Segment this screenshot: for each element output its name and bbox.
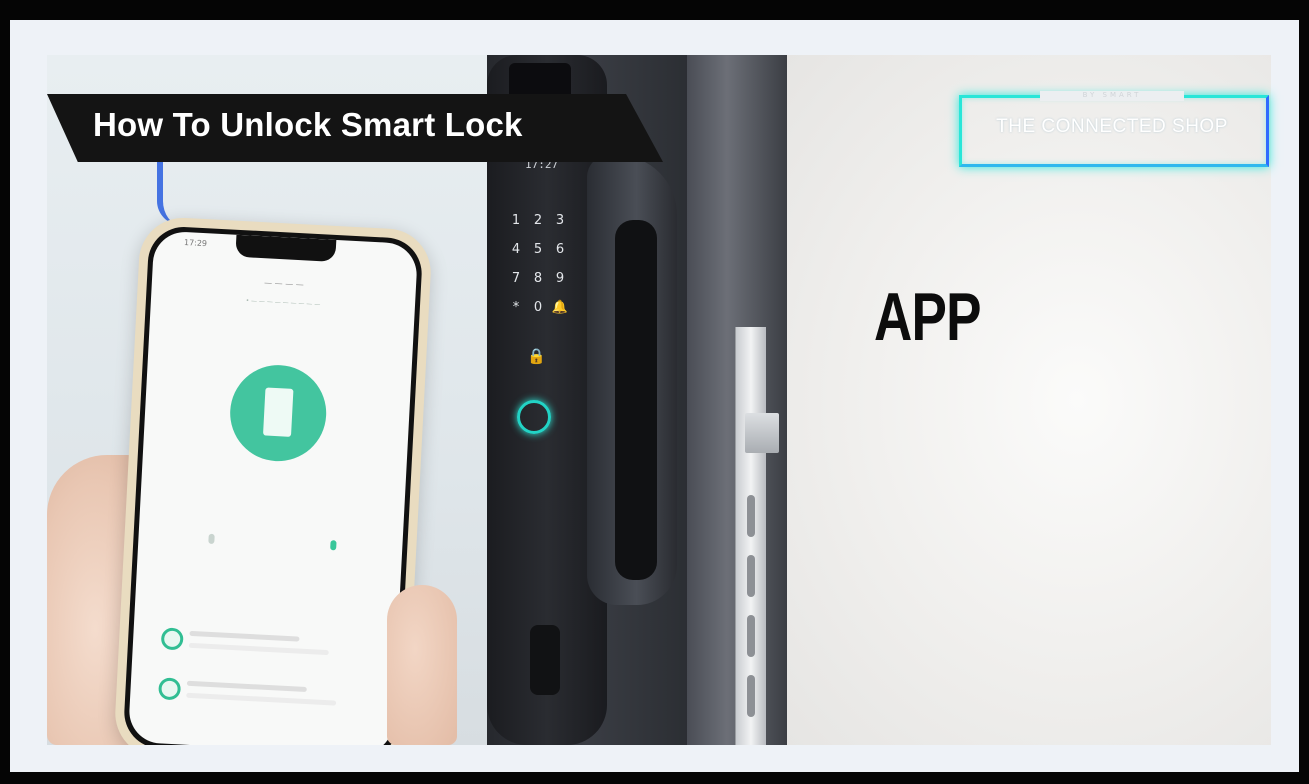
door-handle-grip	[615, 220, 657, 580]
phone-status-time: 17:29	[183, 238, 208, 249]
list-item-subtitle	[188, 642, 329, 656]
keypad-key: 5	[533, 242, 543, 257]
member-icon	[158, 677, 182, 701]
strike-slot	[747, 675, 755, 717]
lock-keypad: 1 2 3 4 5 6 7 8 9 * 0 🔔	[505, 213, 575, 315]
keypad-key: 1	[511, 213, 521, 228]
keypad-key: 3	[555, 213, 565, 228]
app-status-line: • — — — — — — — — —	[245, 297, 321, 309]
keypad-key: 4	[511, 242, 521, 257]
bell-icon: 🔔	[551, 300, 569, 315]
padlock-icon: 🔒	[527, 347, 546, 365]
list-item-title	[186, 680, 307, 693]
lock-latch	[745, 413, 779, 453]
keypad-key: 6	[555, 242, 565, 257]
phone-screen: 17:29 — — — — • — — — — — — — — —	[122, 225, 424, 745]
unlock-method-label: APP	[874, 279, 982, 355]
strike-slot	[747, 555, 755, 597]
mechanical-key-cover	[530, 625, 560, 695]
record-icon	[160, 627, 184, 651]
settings-icon	[330, 540, 337, 551]
smartphone: 17:29 — — — — • — — — — — — — — —	[113, 215, 433, 745]
key-icon	[208, 533, 215, 544]
phone-notch	[235, 234, 337, 262]
hand-fingers	[387, 585, 457, 745]
keypad-key: *	[512, 300, 520, 315]
list-item[interactable]	[160, 621, 372, 668]
logo-tagline: BY SMART	[1082, 91, 1142, 99]
keypad-key: 9	[555, 271, 565, 286]
list-item-subtitle	[186, 692, 337, 706]
list-item-title	[189, 630, 300, 642]
keypad-key: 7	[511, 271, 521, 286]
fingerprint-sensor-icon	[517, 400, 551, 434]
list-item[interactable]	[158, 671, 370, 718]
strike-slot	[747, 615, 755, 657]
video-title: How To Unlock Smart Lock	[93, 106, 523, 143]
keypad-key: 8	[533, 271, 543, 286]
keypad-key: 0	[533, 300, 543, 315]
keypad-key: 2	[533, 213, 543, 228]
channel-logo-text: THE CONNECTED SHOP	[996, 116, 1228, 137]
strike-slot	[747, 495, 755, 537]
door-icon	[263, 387, 294, 437]
app-title-bar: — — — —	[263, 278, 304, 290]
lock-app-screen: 17:29 — — — — • — — — — — — — — —	[127, 230, 419, 745]
